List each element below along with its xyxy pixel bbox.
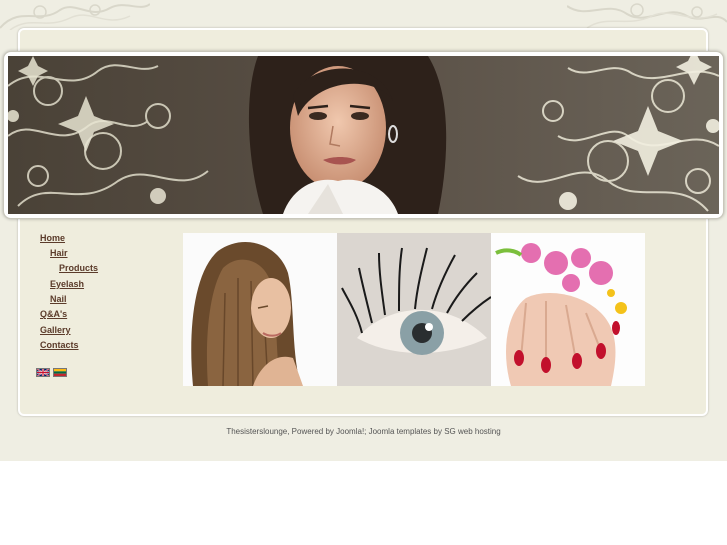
nav-item-eyelash[interactable]: Eyelash	[50, 279, 84, 289]
nav-item-contacts[interactable]: Contacts	[40, 340, 79, 350]
corner-swirl-left	[0, 3, 150, 30]
nav-item-nail[interactable]: Nail	[50, 294, 67, 304]
header-banner	[3, 51, 724, 219]
nav-item-gallery[interactable]: Gallery	[40, 325, 71, 335]
nav-item-home[interactable]: Home	[40, 233, 65, 243]
uk-flag-icon[interactable]	[36, 368, 50, 377]
hair-photo	[183, 233, 337, 386]
nav-item-products[interactable]: Products	[59, 263, 98, 273]
nail-photo	[491, 233, 645, 386]
nav-item-qa[interactable]: Q&A's	[40, 309, 67, 319]
footer-text: Thesisterslounge, Powered by Joomla!; Jo…	[226, 427, 501, 436]
service-gallery	[183, 233, 645, 386]
header-banner-image	[8, 56, 719, 214]
lithuania-flag-icon[interactable]	[53, 368, 67, 377]
model-portrait	[248, 56, 447, 214]
nav-item-hair[interactable]: Hair	[50, 248, 68, 258]
eyelash-photo	[337, 233, 491, 386]
corner-swirl-right	[567, 3, 727, 29]
